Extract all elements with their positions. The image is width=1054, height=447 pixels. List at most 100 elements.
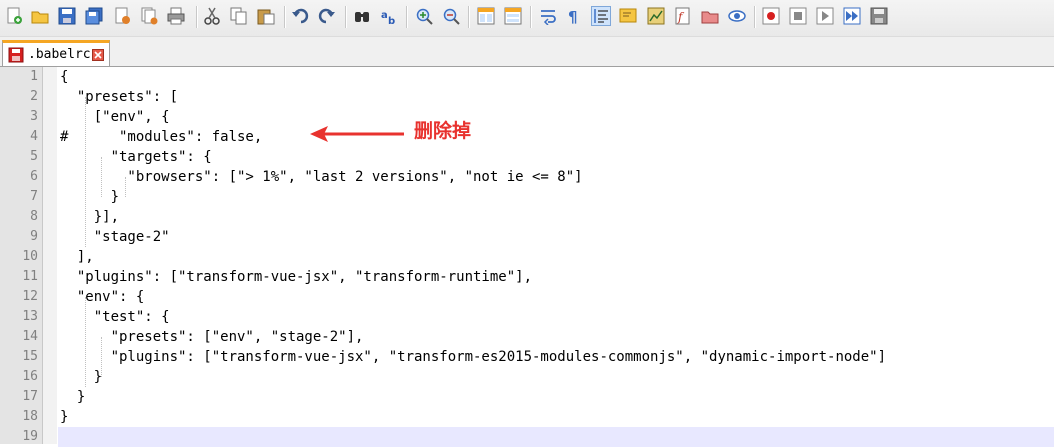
line-number: 2 bbox=[30, 89, 38, 104]
line-number: 16 bbox=[22, 369, 38, 384]
redo-icon[interactable] bbox=[317, 6, 337, 26]
code-line[interactable]: 10 ], bbox=[0, 247, 1054, 267]
code-line[interactable]: 3 ["env", { bbox=[0, 107, 1054, 127]
close-icon[interactable] bbox=[112, 6, 132, 26]
code-line[interactable]: 17 } bbox=[0, 387, 1054, 407]
saved-file-icon bbox=[8, 47, 24, 63]
tab-babelrc[interactable]: .babelrc bbox=[2, 40, 110, 66]
save-icon[interactable] bbox=[57, 6, 77, 26]
svg-text:¶: ¶ bbox=[568, 8, 578, 25]
line-number: 3 bbox=[30, 109, 38, 124]
code-line[interactable]: 16 } bbox=[0, 367, 1054, 387]
paste-icon[interactable] bbox=[256, 6, 276, 26]
code-line[interactable]: 11 "plugins": ["transform-vue-jsx", "tra… bbox=[0, 267, 1054, 287]
line-number: 15 bbox=[22, 349, 38, 364]
toolbar-separator bbox=[196, 6, 198, 28]
run-macro-multiple-icon[interactable] bbox=[842, 6, 862, 26]
record-macro-icon[interactable] bbox=[761, 6, 781, 26]
main-toolbar: ab ¶ f bbox=[0, 0, 1054, 37]
line-text: "browsers": ["> 1%", "last 2 versions", … bbox=[60, 169, 583, 185]
code-line[interactable]: 6 "browsers": ["> 1%", "last 2 versions"… bbox=[0, 167, 1054, 187]
line-number: 12 bbox=[22, 289, 38, 304]
code-editor[interactable]: 1{2 "presets": [3 ["env", {4 # "modules":… bbox=[0, 67, 1054, 447]
code-line[interactable]: 2 "presets": [ bbox=[0, 87, 1054, 107]
stop-macro-icon[interactable] bbox=[788, 6, 808, 26]
line-number: 17 bbox=[22, 389, 38, 404]
monitoring-icon[interactable] bbox=[727, 6, 747, 26]
folder-workspace-icon[interactable] bbox=[700, 6, 720, 26]
replace-icon[interactable]: ab bbox=[379, 6, 399, 26]
annotation-arrow-icon bbox=[310, 126, 404, 142]
code-line[interactable]: 18} bbox=[0, 407, 1054, 427]
svg-text:a: a bbox=[381, 10, 388, 21]
toolbar-separator bbox=[345, 6, 347, 28]
toolbar-separator bbox=[284, 6, 286, 28]
save-macro-icon[interactable] bbox=[869, 6, 889, 26]
line-text: "test": { bbox=[60, 309, 170, 325]
sync-vertical-icon[interactable] bbox=[476, 6, 496, 26]
cut-icon[interactable] bbox=[202, 6, 222, 26]
open-file-icon[interactable] bbox=[30, 6, 50, 26]
find-icon[interactable] bbox=[352, 6, 372, 26]
play-macro-icon[interactable] bbox=[815, 6, 835, 26]
code-line[interactable]: 13 "test": { bbox=[0, 307, 1054, 327]
zoom-in-icon[interactable] bbox=[414, 6, 434, 26]
line-text: } bbox=[60, 389, 86, 405]
line-text: } bbox=[60, 189, 120, 205]
line-number: 1 bbox=[30, 69, 38, 84]
line-text: "presets": [ bbox=[60, 89, 179, 105]
line-number: 18 bbox=[22, 409, 38, 424]
undo-icon[interactable] bbox=[290, 6, 310, 26]
line-number: 11 bbox=[22, 269, 38, 284]
line-text: } bbox=[60, 369, 103, 385]
line-text: # "modules": false, bbox=[60, 129, 263, 145]
word-wrap-icon[interactable] bbox=[538, 6, 558, 26]
sync-horizontal-icon[interactable] bbox=[503, 6, 523, 26]
code-line[interactable]: 7 } bbox=[0, 187, 1054, 207]
document-map-icon[interactable] bbox=[646, 6, 666, 26]
zoom-out-icon[interactable] bbox=[441, 6, 461, 26]
line-text: "plugins": ["transform-vue-jsx", "transf… bbox=[60, 269, 533, 285]
line-text: } bbox=[60, 409, 69, 425]
code-line[interactable]: 1{ bbox=[0, 67, 1054, 87]
user-language-icon[interactable] bbox=[618, 6, 638, 26]
line-number: 4 bbox=[30, 129, 38, 144]
code-line[interactable]: 4 # "modules": false, bbox=[0, 127, 1054, 147]
code-line[interactable]: 9 "stage-2" bbox=[0, 227, 1054, 247]
line-number: 10 bbox=[22, 249, 38, 264]
close-tab-icon[interactable] bbox=[91, 48, 104, 61]
line-number: 5 bbox=[30, 149, 38, 164]
save-all-icon[interactable] bbox=[84, 6, 104, 26]
line-text: ], bbox=[60, 249, 94, 265]
code-line[interactable]: 19 bbox=[0, 427, 1054, 447]
line-text: "presets": ["env", "stage-2"], bbox=[60, 329, 364, 345]
toolbar-separator bbox=[530, 6, 532, 28]
function-list-icon[interactable]: f bbox=[673, 6, 693, 26]
line-number: 9 bbox=[30, 229, 38, 244]
code-line[interactable]: 15 "plugins": ["transform-vue-jsx", "tra… bbox=[0, 347, 1054, 367]
tab-bar: .babelrc bbox=[0, 37, 1054, 67]
print-icon[interactable] bbox=[166, 6, 186, 26]
line-number: 19 bbox=[22, 429, 38, 444]
code-line[interactable]: 5 "targets": { bbox=[0, 147, 1054, 167]
code-line[interactable]: 8 }], bbox=[0, 207, 1054, 227]
line-text: }], bbox=[60, 209, 120, 225]
new-file-icon[interactable] bbox=[4, 6, 24, 26]
svg-text:b: b bbox=[388, 16, 395, 25]
show-all-characters-icon[interactable]: ¶ bbox=[564, 6, 584, 26]
tab-label: .babelrc bbox=[28, 47, 91, 62]
line-number: 14 bbox=[22, 329, 38, 344]
toolbar-separator bbox=[468, 6, 470, 28]
line-text: "plugins": ["transform-vue-jsx", "transf… bbox=[60, 349, 887, 365]
code-line[interactable]: 14 "presets": ["env", "stage-2"], bbox=[0, 327, 1054, 347]
line-text: "targets": { bbox=[60, 149, 212, 165]
line-number: 6 bbox=[30, 169, 38, 184]
line-number: 7 bbox=[30, 189, 38, 204]
toolbar-separator bbox=[406, 6, 408, 28]
annotation-label: 删除掉 bbox=[414, 120, 472, 142]
code-line[interactable]: 12 "env": { bbox=[0, 287, 1054, 307]
indent-guide-icon[interactable] bbox=[591, 6, 611, 26]
close-all-icon[interactable] bbox=[139, 6, 159, 26]
copy-icon[interactable] bbox=[229, 6, 249, 26]
line-number: 8 bbox=[30, 209, 38, 224]
